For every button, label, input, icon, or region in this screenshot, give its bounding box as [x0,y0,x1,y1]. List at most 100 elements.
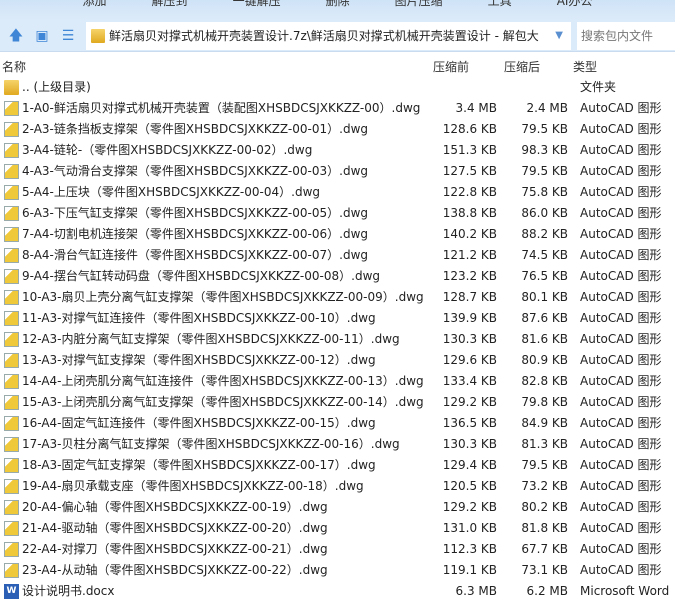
folder-icon [4,80,19,95]
file-row[interactable]: 6-A3-下压气缸支撑架（零件图XHSBDCSJXKKZZ-00-05）.dwg… [0,203,675,224]
file-row[interactable]: 1-A0-鲜活扇贝对撑式机械开壳装置（装配图XHSBDCSJXKKZZ-00）.… [0,98,675,119]
size-before: 129.2 KB [442,500,497,514]
column-before[interactable]: 压缩前 [433,58,469,75]
file-row[interactable]: 20-A4-偏心轴（零件图XHSBDCSJXKKZZ-00-19）.dwg 12… [0,497,675,518]
size-after: 81.8 KB [521,521,568,535]
size-before: 139.9 KB [442,311,497,325]
size-after: 6.2 MB [526,584,568,598]
file-row[interactable]: 14-A4-上闭壳肌分离气缸连接件（零件图XHSBDCSJXKKZZ-00-13… [0,371,675,392]
size-before: 122.8 KB [442,185,497,199]
file-row[interactable]: 4-A3-气动滑台支撑架（零件图XHSBDCSJXKKZZ-00-03）.dwg… [0,161,675,182]
column-name[interactable]: 名称 [2,58,26,75]
size-before: 129.4 KB [442,458,497,472]
file-row[interactable]: 21-A4-驱动轴（零件图XHSBDCSJXKKZZ-00-20）.dwg 13… [0,518,675,539]
column-type[interactable]: 类型 [573,58,597,75]
size-after: 79.5 KB [521,458,568,472]
file-row[interactable]: 19-A4-扇贝承载支座（零件图XHSBDCSJXKKZZ-00-18）.dwg… [0,476,675,497]
toolbar-add[interactable]: 添加 [83,0,107,20]
toolbar-image-compress[interactable]: 图片压缩 [395,0,443,20]
size-after: 80.2 KB [521,500,568,514]
dwg-file-icon [4,143,19,158]
size-before: 129.6 KB [442,353,497,367]
size-before: 131.0 KB [442,521,497,535]
file-type: AutoCAD 图形 [580,143,662,157]
size-before: 127.5 KB [442,164,497,178]
file-row[interactable]: 18-A3-固定气缸支撑架（零件图XHSBDCSJXKKZZ-00-17）.dw… [0,455,675,476]
toolbar-tools[interactable]: 工具 [488,0,512,20]
toolbar-one-click-extract[interactable]: 一键解压 [233,0,281,20]
view-list-icon[interactable]: ☰ [60,28,76,44]
column-header: 名称 压缩前 压缩后 类型 [0,55,675,77]
file-type: AutoCAD 图形 [580,563,662,577]
view-thumbnail-icon[interactable]: ▣ [34,28,50,44]
size-before: 133.4 KB [442,374,497,388]
file-type: AutoCAD 图形 [580,164,662,178]
toolbar-delete[interactable]: 删除 [326,0,350,20]
file-name: 2-A3-链条挡板支撑架（零件图XHSBDCSJXKKZZ-00-01）.dwg [22,122,368,136]
file-name: 设计说明书.docx [22,584,115,598]
file-row[interactable]: W 设计说明书.docx 6.3 MB 6.2 MB Microsoft Wor… [0,581,675,602]
dwg-file-icon [4,269,19,284]
toolbar-extract-to[interactable]: 解压到 [152,0,188,20]
file-row[interactable]: 10-A3-扇贝上壳分离气缸支撑架（零件图XHSBDCSJXKKZZ-00-09… [0,287,675,308]
size-after: 81.3 KB [521,437,568,451]
file-row[interactable]: 7-A4-切割电机连接架（零件图XHSBDCSJXKKZZ-00-06）.dwg… [0,224,675,245]
size-before: 112.3 KB [442,542,497,556]
dwg-file-icon [4,311,19,326]
dwg-file-icon [4,458,19,473]
address-bar[interactable]: 鲜活扇贝对撑式机械开壳装置设计.7z\鲜活扇贝对撑式机械开壳装置设计 - 解包大… [86,21,571,50]
file-name: 6-A3-下压气缸支撑架（零件图XHSBDCSJXKKZZ-00-05）.dwg [22,206,368,220]
file-name: 1-A0-鲜活扇贝对撑式机械开壳装置（装配图XHSBDCSJXKKZZ-00）.… [22,101,421,115]
size-after: 76.5 KB [521,269,568,283]
file-type: AutoCAD 图形 [580,206,662,220]
up-arrow-icon[interactable]: 🡅 [8,28,24,44]
file-row[interactable]: 2-A3-链条挡板支撑架（零件图XHSBDCSJXKKZZ-00-01）.dwg… [0,119,675,140]
file-name: 13-A3-对撑气缸支撑架（零件图XHSBDCSJXKKZZ-00-12）.dw… [22,353,376,367]
file-name: 7-A4-切割电机连接架（零件图XHSBDCSJXKKZZ-00-06）.dwg [22,227,368,241]
chevron-down-icon[interactable]: ▼ [555,30,563,41]
dwg-file-icon [4,290,19,305]
dwg-file-icon [4,542,19,557]
size-after: 87.6 KB [521,311,568,325]
dwg-file-icon [4,248,19,263]
size-after: 75.8 KB [521,185,568,199]
size-after: 73.2 KB [521,479,568,493]
size-after: 74.5 KB [521,248,568,262]
search-input[interactable]: 搜索包内文件 [577,21,675,50]
file-row[interactable]: .. (上级目录) 文件夹 [0,77,675,98]
toolbar-ai-office[interactable]: AI办公 [557,0,593,20]
file-type: AutoCAD 图形 [580,437,662,451]
dwg-file-icon [4,122,19,137]
dwg-file-icon [4,332,19,347]
file-type: AutoCAD 图形 [580,101,662,115]
file-row[interactable]: 22-A4-对撑刀（零件图XHSBDCSJXKKZZ-00-21）.dwg 11… [0,539,675,560]
size-before: 136.5 KB [442,416,497,430]
file-row[interactable]: 23-A4-从动轴（零件图XHSBDCSJXKKZZ-00-22）.dwg 11… [0,560,675,581]
dwg-file-icon [4,206,19,221]
column-after[interactable]: 压缩后 [504,58,540,75]
file-type: AutoCAD 图形 [580,290,662,304]
file-row[interactable]: 11-A3-对撑气缸连接件（零件图XHSBDCSJXKKZZ-00-10）.dw… [0,308,675,329]
size-before: 123.2 KB [442,269,497,283]
size-after: 79.8 KB [521,395,568,409]
file-name: 14-A4-上闭壳肌分离气缸连接件（零件图XHSBDCSJXKKZZ-00-13… [22,374,424,388]
file-row[interactable]: 15-A3-上闭壳肌分离气缸支撑架（零件图XHSBDCSJXKKZZ-00-14… [0,392,675,413]
file-type: AutoCAD 图形 [580,395,662,409]
file-type: AutoCAD 图形 [580,353,662,367]
file-row[interactable]: 9-A4-摆台气缸转动码盘（零件图XHSBDCSJXKKZZ-00-08）.dw… [0,266,675,287]
dwg-file-icon [4,563,19,578]
file-row[interactable]: 13-A3-对撑气缸支撑架（零件图XHSBDCSJXKKZZ-00-12）.dw… [0,350,675,371]
dwg-file-icon [4,374,19,389]
file-name: 15-A3-上闭壳肌分离气缸支撑架（零件图XHSBDCSJXKKZZ-00-14… [22,395,424,409]
file-row[interactable]: 5-A4-上压块（零件图XHSBDCSJXKKZZ-00-04）.dwg 122… [0,182,675,203]
file-row[interactable]: 12-A3-内脏分离气缸支撑架（零件图XHSBDCSJXKKZZ-00-11）.… [0,329,675,350]
file-row[interactable]: 3-A4-链轮-（零件图XHSBDCSJXKKZZ-00-02）.dwg 151… [0,140,675,161]
size-after: 67.7 KB [521,542,568,556]
file-row[interactable]: 16-A4-固定气缸连接件（零件图XHSBDCSJXKKZZ-00-15）.dw… [0,413,675,434]
size-before: 130.3 KB [442,332,497,346]
size-after: 80.1 KB [521,290,568,304]
file-row[interactable]: 8-A4-滑台气缸连接件（零件图XHSBDCSJXKKZZ-00-07）.dwg… [0,245,675,266]
file-type: AutoCAD 图形 [580,458,662,472]
address-path: 鲜活扇贝对撑式机械开壳装置设计.7z\鲜活扇贝对撑式机械开壳装置设计 - 解包大 [109,29,539,43]
file-row[interactable]: 17-A3-贝柱分离气缸支撑架（零件图XHSBDCSJXKKZZ-00-16）.… [0,434,675,455]
